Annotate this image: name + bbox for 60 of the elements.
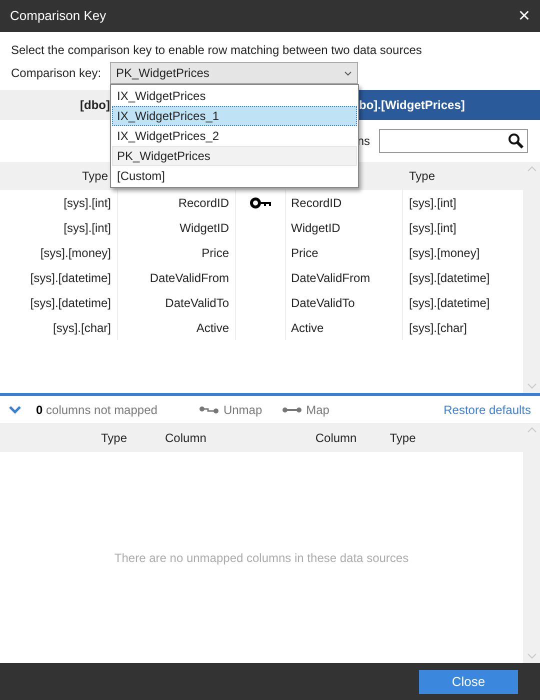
table-cell: DateValidTo — [118, 290, 236, 315]
search-field[interactable] — [379, 129, 528, 153]
close-dialog-button[interactable]: Close — [419, 670, 518, 694]
table-cell: [sys].[money] — [0, 240, 118, 265]
chevron-down-icon[interactable] — [9, 406, 21, 414]
link-icon — [282, 406, 302, 414]
chevron-down-icon — [344, 70, 352, 76]
table-cell: WidgetID — [286, 215, 403, 240]
table-cell: Price — [118, 240, 236, 265]
table-cell: Price — [286, 240, 403, 265]
column-header: Column — [315, 430, 357, 446]
search-icon — [508, 133, 524, 149]
table-cell: [sys].[int] — [0, 190, 118, 215]
restore-defaults-link[interactable]: Restore defaults — [444, 400, 531, 418]
column-header: Type — [409, 168, 436, 185]
table-cell: Active — [118, 315, 236, 340]
window-title: Comparison Key — [10, 7, 106, 26]
scroll-down-icon[interactable] — [526, 653, 536, 659]
table-cell: [sys].[char] — [0, 315, 118, 340]
scroll-up-icon[interactable] — [526, 166, 536, 172]
column-header: Type — [390, 430, 416, 446]
scroll-up-icon[interactable] — [526, 427, 536, 433]
table-cell-text: [sys].[datetime] — [408, 270, 491, 286]
dropdown-option[interactable]: IX_WidgetPrices_1 — [112, 106, 357, 126]
dropdown-option[interactable]: [Custom] — [112, 166, 357, 186]
table-cell: DateValidFrom — [286, 265, 403, 290]
map-button[interactable]: Map — [282, 400, 330, 418]
table-cell-text: [sys].[money] — [408, 244, 481, 262]
unmapped-count: 0 columns not mapped — [36, 402, 158, 418]
scroll-down-icon[interactable] — [526, 383, 536, 389]
table-cell: RecordID — [118, 190, 236, 215]
scrollbar[interactable] — [523, 423, 540, 663]
dropdown-option[interactable]: IX_WidgetPrices — [112, 86, 357, 106]
unmap-icon — [199, 406, 220, 414]
comparison-key-dropdown[interactable]: PK_WidgetPrices — [110, 62, 358, 84]
table-cell-text: [sys].[int] — [408, 194, 458, 212]
close-button[interactable]: × — [518, 6, 530, 26]
comparison-key-label: Comparison key: — [11, 65, 102, 82]
column-header: Type — [101, 430, 128, 446]
table-cell-text: [sys].[datetime] — [408, 294, 491, 312]
dropdown-option[interactable]: PK_WidgetPrices — [112, 146, 357, 166]
table-cell-text: [sys].[char] — [408, 320, 468, 336]
source-name: [dbo] — [80, 97, 110, 114]
column-header: Type — [80, 168, 108, 185]
table-cell-text: [sys].[int] — [408, 220, 458, 236]
table-cell: WidgetID — [118, 215, 236, 240]
description-text: Select the comparison key to enable row matching between two data sources — [11, 43, 422, 57]
table-cell: RecordID — [286, 190, 403, 215]
target-name: bo].[WidgetPrices] — [359, 97, 465, 114]
table-cell: DateValidFrom — [118, 265, 236, 290]
column-header: Column — [165, 430, 206, 446]
table-cell: [sys].[datetime] — [0, 265, 118, 290]
unmap-button[interactable]: Unmap — [199, 400, 262, 418]
table-cell: DateValidTo — [286, 290, 403, 315]
scrollbar[interactable] — [523, 162, 540, 393]
dropdown-option[interactable]: IX_WidgetPrices_2 — [112, 126, 357, 146]
empty-message: There are no unmapped columns in these data sources — [114, 550, 409, 566]
table-cell: Active — [286, 315, 403, 340]
table-cell: [sys].[datetime] — [0, 290, 118, 315]
table-cell: [sys].[int] — [0, 215, 118, 240]
